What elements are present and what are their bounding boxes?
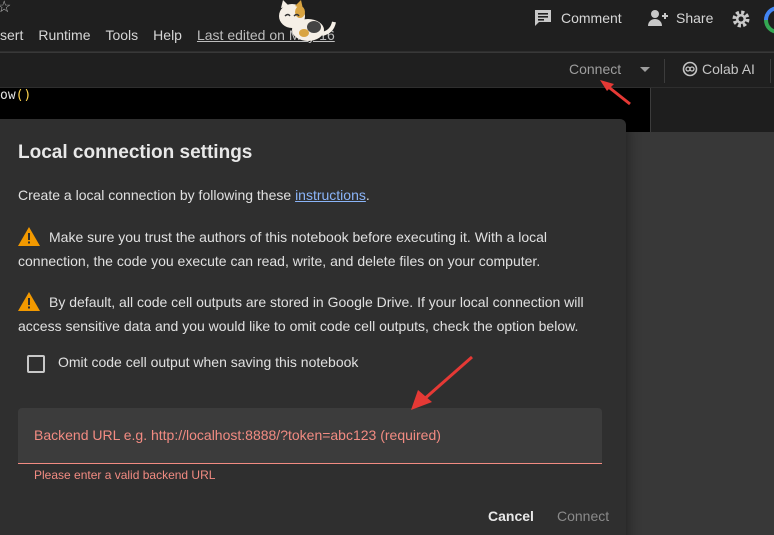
warning-icon	[18, 227, 40, 246]
dialog-title: Local connection settings	[18, 142, 253, 163]
cat-mascot-icon	[279, 0, 336, 41]
instructions-link[interactable]: instructions	[295, 187, 366, 203]
comment-icon	[535, 10, 551, 26]
top-menu-bar: ☆ sert Runtime Tools Help Last edited on…	[0, 0, 774, 52]
share-label: Share	[676, 10, 714, 26]
omit-output-label[interactable]: Omit code cell output when saving this n…	[58, 354, 358, 370]
menu-item-help[interactable]: Help	[153, 27, 182, 43]
comment-button[interactable]: Comment	[533, 8, 622, 28]
warning-trust: Make sure you trust the authors of this …	[18, 227, 548, 269]
colab-ai-icon	[682, 61, 698, 77]
avatar[interactable]	[764, 6, 774, 34]
dialog-intro: Create a local connection by following t…	[18, 187, 370, 203]
colab-ai-label: Colab AI	[702, 61, 755, 77]
cancel-button[interactable]: Cancel	[488, 508, 534, 524]
backend-url-input[interactable]	[18, 408, 602, 463]
star-icon[interactable]: ☆	[0, 0, 11, 17]
side-panel	[650, 88, 774, 132]
annotation-arrow-icon	[600, 80, 631, 106]
share-icon	[648, 10, 668, 26]
backend-url-error: Please enter a valid backend URL	[34, 468, 216, 482]
backend-url-field[interactable]: Backend URL e.g. http://localhost:8888/?…	[18, 408, 602, 464]
menu-item-insert[interactable]: sert	[0, 27, 23, 43]
settings-gear-icon[interactable]	[731, 9, 751, 29]
warning-icon	[18, 292, 40, 311]
toolbar-divider	[664, 59, 665, 83]
comment-label: Comment	[561, 10, 622, 26]
warning-drive: By default, all code cell outputs are st…	[18, 292, 584, 334]
colab-ai-button[interactable]: Colab AI	[682, 61, 755, 77]
code-line: ow()	[0, 88, 32, 103]
local-connection-dialog: Local connection settings Create a local…	[0, 119, 626, 535]
connect-button[interactable]: Connect	[569, 61, 621, 77]
notebook-toolbar: Connect Colab AI	[0, 53, 774, 88]
toolbar-divider-right	[770, 59, 771, 83]
menu-item-runtime[interactable]: Runtime	[38, 27, 90, 43]
menu-item-tools[interactable]: Tools	[105, 27, 138, 43]
omit-output-checkbox[interactable]	[27, 355, 45, 373]
dialog-connect-button[interactable]: Connect	[557, 508, 609, 524]
share-button[interactable]: Share	[648, 8, 713, 28]
annotation-arrow-icon	[411, 355, 473, 410]
dropdown-caret-icon[interactable]	[640, 67, 650, 72]
